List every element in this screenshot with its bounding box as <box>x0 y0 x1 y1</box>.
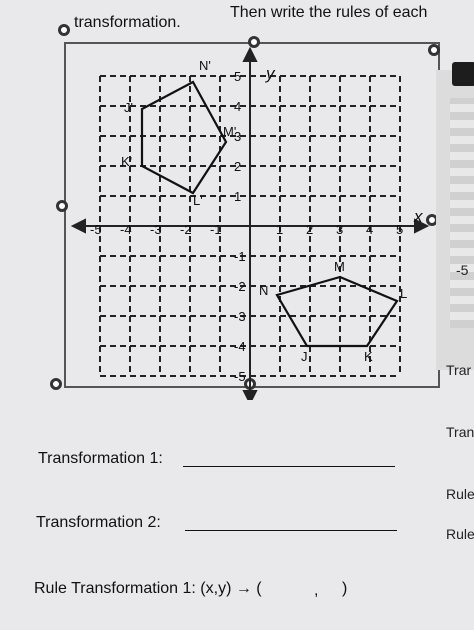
side-panel-label-4: Rule <box>446 526 474 542</box>
x-tick-label: 1 <box>276 222 283 237</box>
x-tick-label: -1 <box>210 222 222 237</box>
coordinate-grid: -5 -4 -3 -2 -1 1 2 3 4 554321-1-2-3-4-5 J'K'L'M'N… <box>70 46 430 400</box>
y-tick-label: -1 <box>234 249 246 264</box>
y-tick-label: -2 <box>234 279 246 294</box>
y-tick-label: 5 <box>234 69 241 84</box>
x-tick-label: -5 <box>90 222 102 237</box>
x-tick-label: 4 <box>366 222 373 237</box>
y-axis-arrow-up <box>242 46 258 62</box>
y-tick-label: -3 <box>234 309 246 324</box>
y-tick-label: 1 <box>234 189 241 204</box>
side-panel-label-2: Tran <box>446 424 474 440</box>
transformation-2-label: Transformation 2: <box>36 514 161 531</box>
vertex-label: J <box>301 349 308 364</box>
transformation-1-label: Transformation 1: <box>38 450 163 467</box>
vertex-label-prime: N' <box>199 58 211 73</box>
vertex-label: L <box>400 286 407 301</box>
transformation-1-answer-line[interactable] <box>183 466 395 467</box>
x-tick-label: 5 <box>396 222 403 237</box>
y-axis-label: y <box>265 64 276 83</box>
x-tick-label: 2 <box>306 222 313 237</box>
vertex-label-prime: L' <box>193 193 203 208</box>
y-tick-label: -5 <box>234 369 246 384</box>
x-tick-label: -2 <box>180 222 192 237</box>
y-tick-label: 2 <box>234 159 241 174</box>
rule-transformation-1-label: Rule Transformation 1: (x,y) → ( <box>34 580 262 597</box>
x-tick-label: -3 <box>150 222 162 237</box>
x-axis-arrow-left <box>70 218 86 234</box>
y-axis-arrow-down <box>242 390 258 400</box>
worksheet: Then write the rules of each transformat… <box>0 0 474 630</box>
vertex-label-prime: K' <box>121 154 132 169</box>
vertex-label-prime: J' <box>124 100 133 115</box>
pentagon-original <box>275 275 399 348</box>
vertex-label: M <box>334 259 345 274</box>
x-tick-label: -4 <box>120 222 132 237</box>
vertex-label: K <box>364 349 373 364</box>
y-tick-label: 4 <box>234 99 241 114</box>
vertex-label-prime: M' <box>223 124 236 139</box>
transformation-2-answer-line[interactable] <box>185 530 397 531</box>
rule-transformation-1-comma: , <box>314 582 319 599</box>
x-tick-label: 3 <box>336 222 343 237</box>
side-panel-label-3: Rule <box>446 486 474 502</box>
pentagon-prime <box>140 80 228 195</box>
x-axis-label: x <box>413 207 423 226</box>
vertex-label: N <box>259 283 268 298</box>
y-tick-label: -4 <box>234 339 246 354</box>
rule-transformation-1-close: ) <box>342 580 348 597</box>
